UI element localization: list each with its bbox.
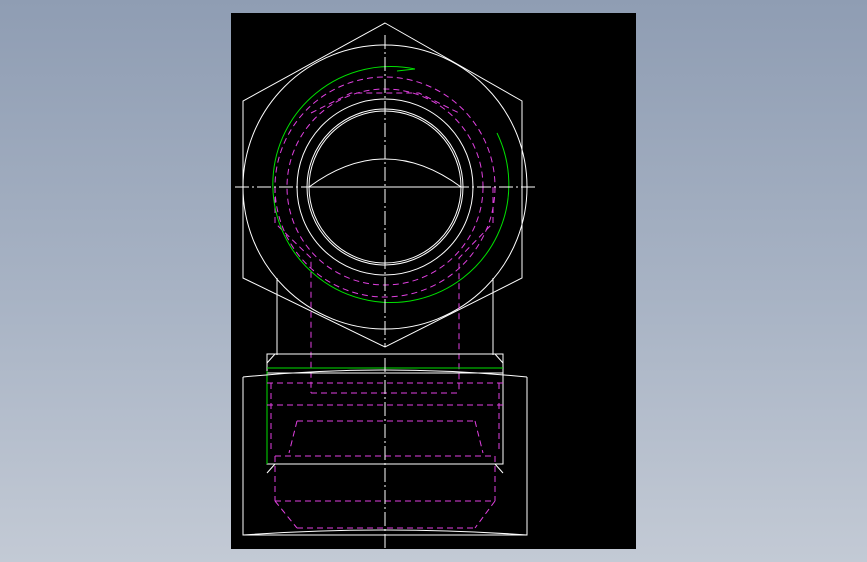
cad-drawing-viewport[interactable] — [231, 13, 636, 549]
cad-drawing — [235, 22, 535, 549]
top-view-centerlines — [235, 35, 535, 347]
front-view — [242, 353, 528, 549]
hex-outline — [242, 22, 523, 348]
top-view — [235, 22, 535, 394]
